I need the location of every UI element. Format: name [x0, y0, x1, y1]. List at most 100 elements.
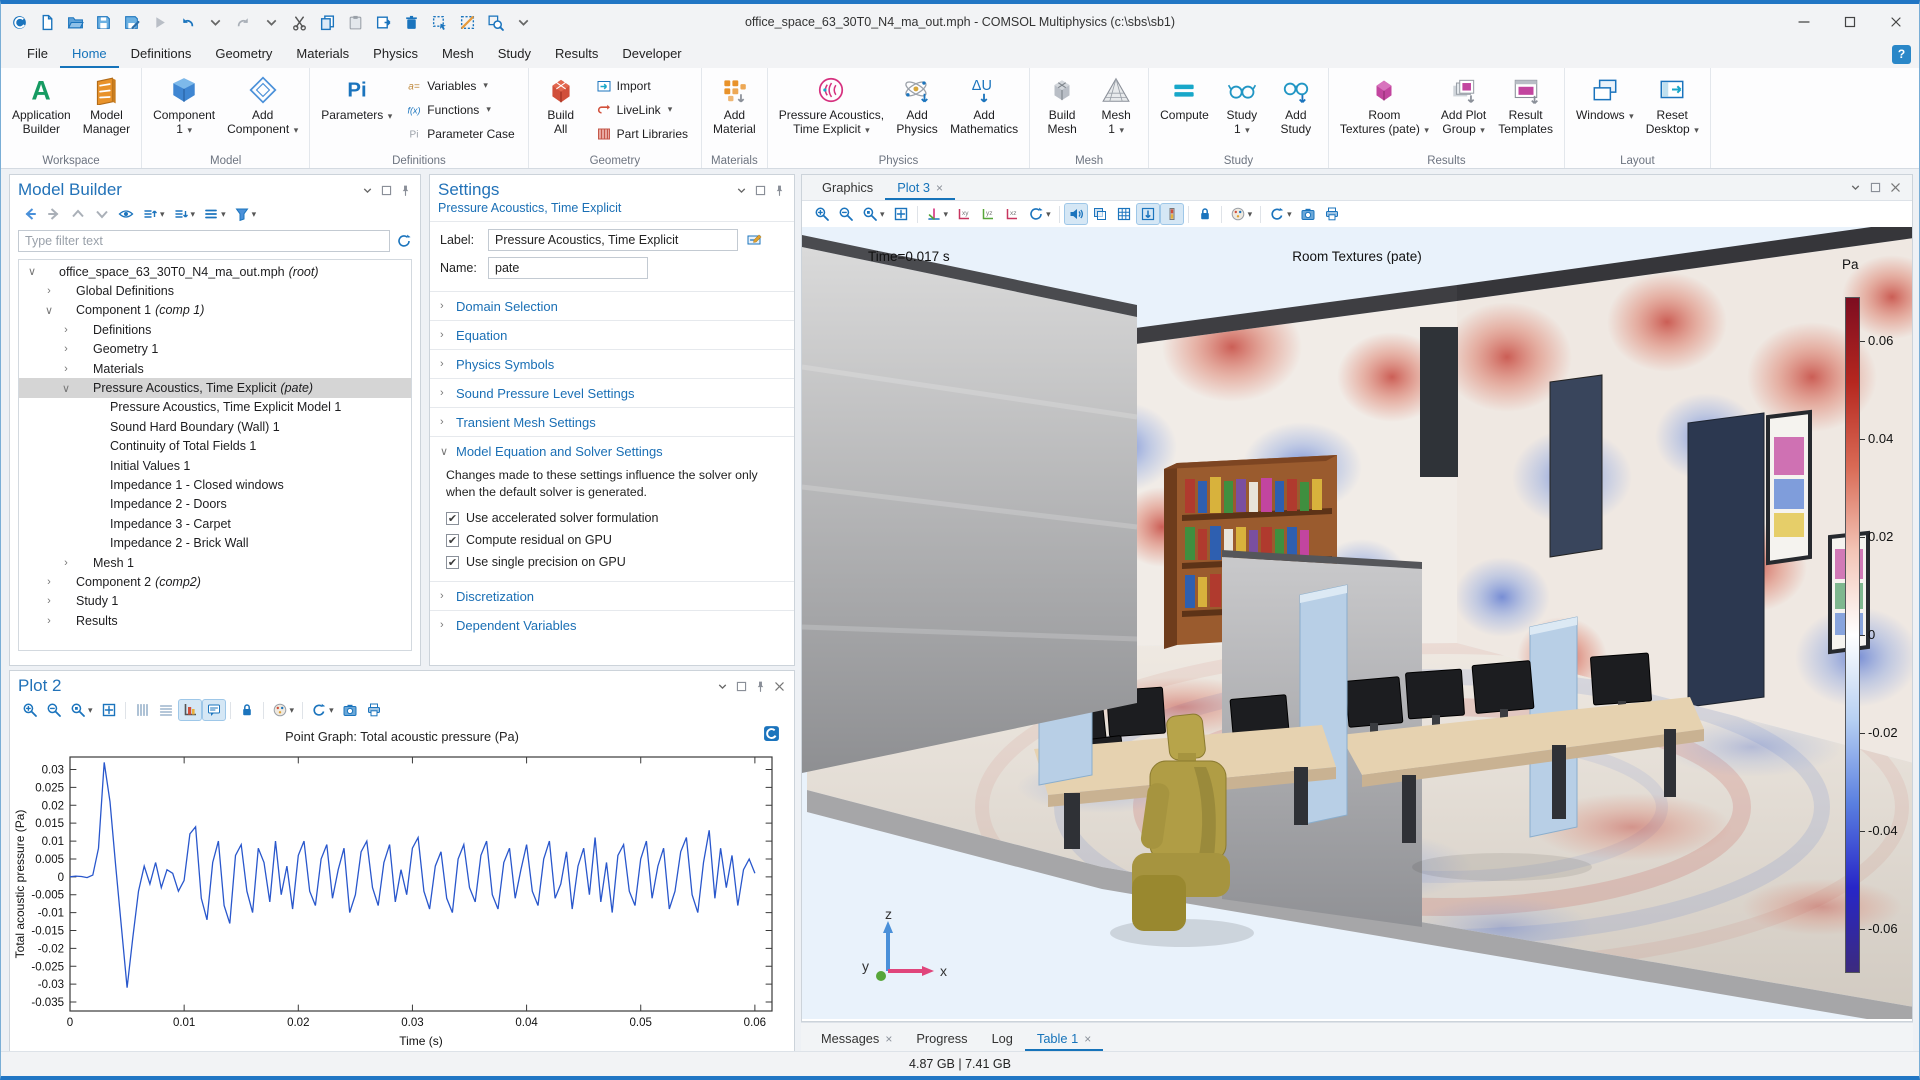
- ribbon-button-compute[interactable]: Compute: [1155, 73, 1214, 124]
- menu-home[interactable]: Home: [59, 40, 119, 68]
- plot2-ygrid-button[interactable]: [154, 699, 178, 721]
- menu-mesh[interactable]: Mesh: [430, 40, 486, 68]
- close-icon[interactable]: [1873, 4, 1919, 40]
- expander-icon[interactable]: ›: [42, 615, 56, 627]
- ribbon-button-add-component[interactable]: Add Component ▾: [222, 73, 303, 138]
- tree-item-study-1[interactable]: › Study 1: [19, 592, 411, 611]
- ribbon-button-import[interactable]: Import: [591, 75, 693, 96]
- 3d-scene[interactable]: [802, 227, 1912, 1019]
- close-icon[interactable]: [1889, 181, 1902, 194]
- deselect-icon[interactable]: [455, 10, 480, 35]
- ribbon-button-functions[interactable]: f(x) Functions ▾: [401, 99, 519, 120]
- float-icon[interactable]: [380, 184, 393, 197]
- mb-nav-down-button[interactable]: [90, 203, 114, 225]
- label-input[interactable]: [488, 229, 738, 251]
- ribbon-button-add-physics[interactable]: Add Physics: [891, 73, 943, 138]
- ribbon-button-part-libraries[interactable]: Part Libraries: [591, 123, 693, 144]
- select-box-icon[interactable]: [427, 10, 452, 35]
- tree-item-impedance-2-doors[interactable]: Impedance 2 - Doors: [19, 495, 411, 514]
- name-input[interactable]: [488, 257, 648, 279]
- minimize-icon[interactable]: [1781, 4, 1827, 40]
- chevron-down-icon[interactable]: [361, 184, 374, 197]
- gfx-zoom-out-button[interactable]: [834, 203, 858, 225]
- mb-listview-button[interactable]: ▾: [199, 203, 230, 225]
- plot2-annotation-button[interactable]: [201, 699, 226, 721]
- settings-section-domain-selection[interactable]: › Domain Selection: [430, 291, 794, 320]
- mb-nav-forward-button[interactable]: [42, 203, 66, 225]
- gfx-fit-button[interactable]: [889, 203, 913, 225]
- ribbon-button-parameter-case[interactable]: Pi Parameter Case: [401, 123, 519, 144]
- menu-definitions[interactable]: Definitions: [119, 40, 204, 68]
- tree-item-pressure-acoustics-time-explicit[interactable]: ∨ Pressure Acoustics, Time Explicit (pate): [19, 378, 411, 398]
- tree-item-office-space-63-30t0-n4-ma-out-mph[interactable]: ∨ office_space_63_30T0_N4_ma_out.mph (root…: [19, 262, 411, 281]
- chevron-down-icon[interactable]: [716, 680, 729, 693]
- expander-icon[interactable]: ∨: [42, 304, 56, 317]
- float-icon[interactable]: [1869, 181, 1882, 194]
- gfx-view-xy-button[interactable]: xy: [952, 203, 976, 225]
- pin-icon[interactable]: [399, 184, 412, 197]
- gfx-scene-arrows-button[interactable]: [1135, 203, 1160, 225]
- copy-icon[interactable]: [315, 10, 340, 35]
- expander-icon[interactable]: ›: [42, 285, 56, 297]
- ribbon-button-add-study[interactable]: Add Study: [1270, 73, 1322, 138]
- pin-icon[interactable]: [773, 184, 786, 197]
- expander-icon[interactable]: ›: [59, 343, 73, 355]
- undo-icon[interactable]: [175, 10, 200, 35]
- save-as-icon[interactable]: [119, 10, 144, 35]
- gfx-colorbar-button[interactable]: [1159, 203, 1184, 225]
- ribbon-button-add-mathematics[interactable]: ΔU Add Mathematics: [945, 73, 1023, 138]
- settings-section-dependent-variables[interactable]: › Dependent Variables: [430, 610, 794, 639]
- comsol-logo-icon[interactable]: [7, 10, 32, 35]
- expander-icon[interactable]: ∨: [59, 382, 73, 395]
- gfx-zoom-in-button[interactable]: [810, 203, 834, 225]
- point-graph-chart[interactable]: 0 0.01 0.02 0.03 0.04 0.05 0.06 0.03 0.025 0.02 0.…: [10, 749, 788, 1049]
- checkbox[interactable]: ✔: [446, 533, 459, 547]
- plot2-lock-button[interactable]: [235, 699, 259, 721]
- plot2-print-button[interactable]: [362, 699, 386, 721]
- gfx-grid-button[interactable]: [1112, 203, 1136, 225]
- gfx-view-xz-button[interactable]: xz: [1000, 203, 1024, 225]
- plot2-xgrid-button[interactable]: [130, 699, 154, 721]
- gfx-zoom-box-button[interactable]: ▾: [858, 203, 889, 225]
- toolbar-overflow-icon[interactable]: [511, 10, 536, 35]
- menu-physics[interactable]: Physics: [361, 40, 430, 68]
- ribbon-button-study-1[interactable]: Study 1 ▾: [1216, 73, 1268, 138]
- ribbon-button-parameters[interactable]: Pi Parameters ▾: [316, 73, 397, 124]
- expander-icon[interactable]: ∨: [25, 265, 39, 278]
- tree-item-component-1[interactable]: ∨ Component 1 (comp 1): [19, 301, 411, 320]
- checkbox[interactable]: ✔: [446, 555, 459, 569]
- plot2-zoom-box-button[interactable]: ▾: [66, 699, 97, 721]
- new-file-icon[interactable]: [35, 10, 60, 35]
- graphics-tab-plot-3[interactable]: Plot 3 ×: [885, 176, 955, 200]
- plot2-refresh-button[interactable]: ▾: [307, 699, 338, 721]
- tree-item-continuity-of-total-fields-1[interactable]: Continuity of Total Fields 1: [19, 437, 411, 456]
- tree-item-sound-hard-boundary-wall-1[interactable]: Sound Hard Boundary (Wall) 1: [19, 417, 411, 436]
- float-icon[interactable]: [735, 680, 748, 693]
- cut-icon[interactable]: [287, 10, 312, 35]
- settings-section-equation[interactable]: › Equation: [430, 320, 794, 349]
- float-icon[interactable]: [754, 184, 767, 197]
- ribbon-button-pressure-acoustics-time-explicit[interactable]: Pressure Acoustics, Time Explicit ▾: [774, 73, 889, 138]
- paste-icon[interactable]: [343, 10, 368, 35]
- tab-close-icon[interactable]: ×: [936, 181, 943, 195]
- comsol-logo-button[interactable]: [763, 725, 780, 742]
- tab-close-icon[interactable]: ×: [885, 1032, 892, 1046]
- ribbon-button-result-templates[interactable]: Result Templates: [1493, 73, 1558, 138]
- gfx-camera-button[interactable]: [1296, 203, 1320, 225]
- gfx-rotate-button[interactable]: ▾: [1024, 203, 1055, 225]
- maximize-icon[interactable]: [1827, 4, 1873, 40]
- delete-icon[interactable]: [399, 10, 424, 35]
- ribbon-button-livelink[interactable]: LiveLink ▾: [591, 99, 693, 120]
- gfx-transparency-button[interactable]: [1088, 203, 1112, 225]
- chevron-down-icon[interactable]: [1849, 181, 1862, 194]
- ribbon-button-reset-desktop[interactable]: Reset Desktop ▾: [1641, 73, 1704, 138]
- ribbon-button-add-material[interactable]: Add Material: [708, 73, 761, 138]
- tree-item-impedance-1-closed-windows[interactable]: Impedance 1 - Closed windows: [19, 475, 411, 494]
- chevron-down-icon[interactable]: [735, 184, 748, 197]
- ribbon-button-windows[interactable]: Windows ▾: [1571, 73, 1639, 124]
- ribbon-button-model-manager[interactable]: Model Manager: [78, 73, 135, 138]
- gfx-view-yz-button[interactable]: yz: [976, 203, 1000, 225]
- expander-icon[interactable]: ›: [42, 595, 56, 607]
- plot2-zoom-in-button[interactable]: [18, 699, 42, 721]
- settings-section-sound-pressure-level-settings[interactable]: › Sound Pressure Level Settings: [430, 378, 794, 407]
